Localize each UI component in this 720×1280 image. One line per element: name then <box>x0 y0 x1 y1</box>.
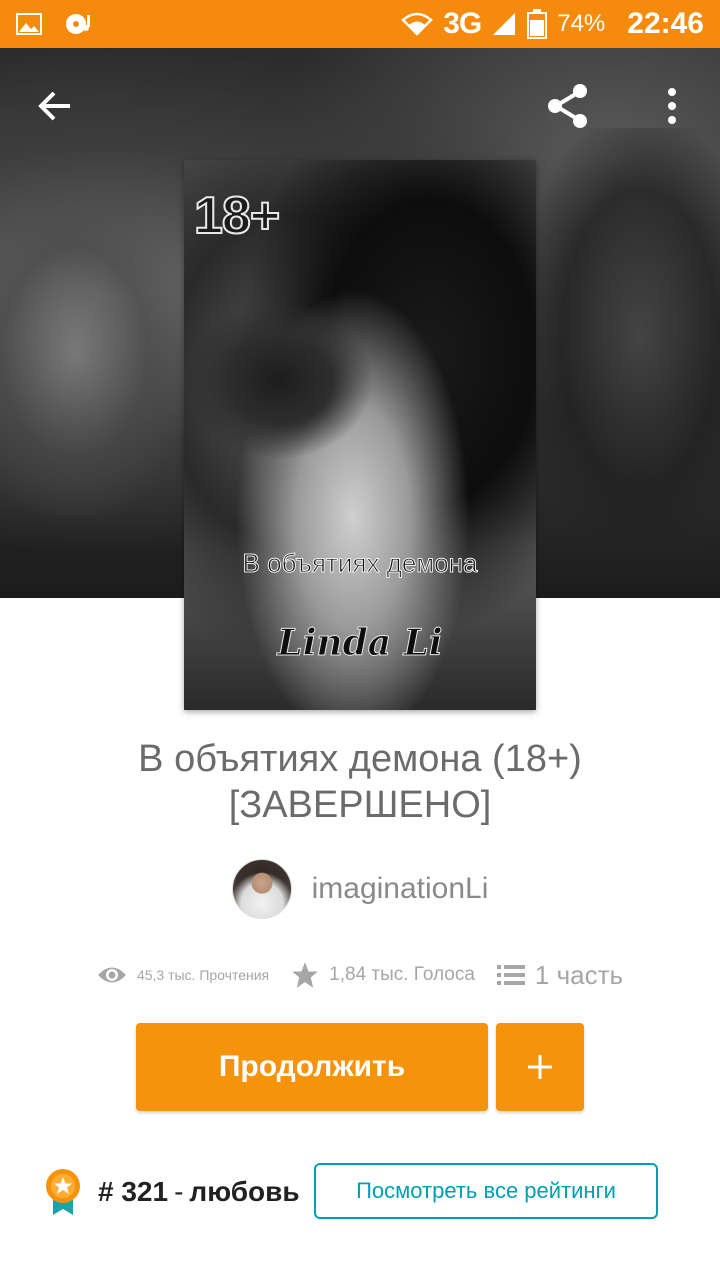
plus-icon <box>528 1055 552 1079</box>
rank-medal-icon <box>46 1169 80 1215</box>
more-options-button[interactable] <box>644 78 700 134</box>
author-row[interactable]: imaginationLi <box>0 858 720 920</box>
story-stats: 45,3 тыс. Прочтения 1,84 тыс. Голоса 1 ч… <box>0 950 720 1000</box>
continue-reading-button[interactable]: Продолжить <box>136 1023 488 1111</box>
cover-age-badge: 18+ <box>193 186 281 246</box>
wifi-icon <box>401 12 434 36</box>
cover-author: Linda Li <box>277 622 443 665</box>
ranking-row: # 321- любовь <box>44 1162 300 1222</box>
gallery-icon <box>16 13 42 35</box>
share-icon <box>548 84 587 128</box>
share-button[interactable] <box>540 78 596 134</box>
add-to-library-button[interactable] <box>496 1023 584 1111</box>
view-all-ratings-button[interactable]: Посмотреть все рейтинги <box>314 1163 658 1219</box>
network-type: 3G <box>443 7 482 40</box>
cover-title: В объятиях демона <box>242 548 478 579</box>
story-title: В объятиях демона (18+) [ЗАВЕРШЕНО] <box>138 738 582 826</box>
eye-icon <box>97 967 126 983</box>
author-name[interactable]: imaginationLi <box>312 872 489 906</box>
parts-stat: 1 часть <box>496 959 624 991</box>
rank-text: # 321- любовь <box>98 1176 300 1207</box>
votes-count: 1,84 тыс. Голоса <box>329 964 475 985</box>
background-blur <box>0 188 190 518</box>
cover-artwork <box>184 300 374 460</box>
star-icon <box>292 962 318 988</box>
list-icon <box>496 965 525 985</box>
parts-count: 1 часть <box>534 959 624 990</box>
rank-number: 321 <box>121 1176 169 1207</box>
clock: 22:46 <box>627 7 704 40</box>
status-bar: 3G 74% 22:46 <box>0 0 720 48</box>
battery-icon <box>527 9 548 39</box>
music-disc-icon <box>64 12 94 36</box>
votes-stat: 1,84 тыс. Голоса <box>291 961 475 989</box>
back-button[interactable] <box>28 78 84 134</box>
avatar[interactable] <box>231 859 292 919</box>
reads-stat: 45,3 тыс. Прочтения <box>97 964 269 986</box>
rank-category: любовь <box>189 1176 300 1207</box>
rank-hash: # <box>98 1176 114 1207</box>
arrow-left-icon <box>38 91 70 121</box>
more-vert-icon <box>668 88 676 124</box>
background-blur <box>530 128 720 548</box>
battery-percent: 74% <box>557 10 606 37</box>
reads-count: 45,3 тыс. Прочтения <box>136 967 270 983</box>
signal-icon <box>491 11 517 37</box>
book-cover[interactable]: 18+ В объятиях демона Linda Li <box>184 160 536 710</box>
